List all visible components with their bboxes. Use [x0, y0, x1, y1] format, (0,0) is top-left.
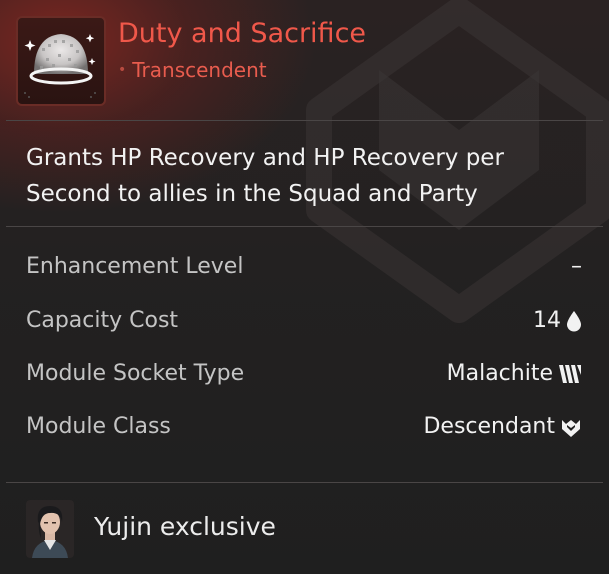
- yujin-avatar: [26, 500, 74, 558]
- module-description: Grants HP Recovery and HP Recovery per S…: [26, 145, 504, 207]
- socket-type-value: Malachite: [446, 361, 553, 386]
- bullet-icon: •: [118, 62, 127, 78]
- stat-value: 14: [533, 308, 582, 333]
- module-rarity: • Transcendent: [118, 58, 267, 82]
- stat-label: Enhancement Level: [26, 254, 244, 279]
- droplet-icon: [567, 310, 581, 331]
- stat-value: Descendant: [423, 414, 582, 439]
- module-icon: [16, 16, 106, 106]
- tooltip-header: Duty and Sacrifice • Transcendent: [0, 0, 609, 118]
- stat-enhancement-level: Enhancement Level –: [26, 254, 582, 284]
- divider: [6, 120, 603, 121]
- module-tooltip: Duty and Sacrifice • Transcendent Grants …: [0, 0, 609, 574]
- module-title: Duty and Sacrifice: [118, 18, 367, 49]
- stat-value: –: [571, 254, 582, 279]
- stat-label: Module Socket Type: [26, 361, 245, 386]
- sparkle-dome-icon: [24, 34, 96, 98]
- character-portrait-icon: [26, 500, 74, 558]
- capacity-cost-value: 14: [533, 308, 561, 333]
- divider: [6, 226, 603, 227]
- stat-label: Module Class: [26, 414, 171, 439]
- divider: [6, 482, 603, 483]
- stat-capacity-cost: Capacity Cost 14: [26, 308, 582, 338]
- enhancement-level-value: –: [571, 254, 582, 279]
- rarity-label: Transcendent: [132, 58, 267, 82]
- stat-label: Capacity Cost: [26, 308, 179, 333]
- exclusive-label: Yujin exclusive: [94, 512, 276, 541]
- descendant-class-icon: [562, 419, 580, 437]
- stat-module-socket-type: Module Socket Type Malachite: [26, 361, 582, 391]
- stat-value: Malachite: [447, 361, 582, 386]
- malachite-socket-icon: [559, 364, 581, 383]
- tooltip-footer: Yujin exclusive: [0, 484, 609, 574]
- stat-module-class: Module Class Descendant: [26, 414, 582, 444]
- module-class-value: Descendant: [423, 414, 555, 439]
